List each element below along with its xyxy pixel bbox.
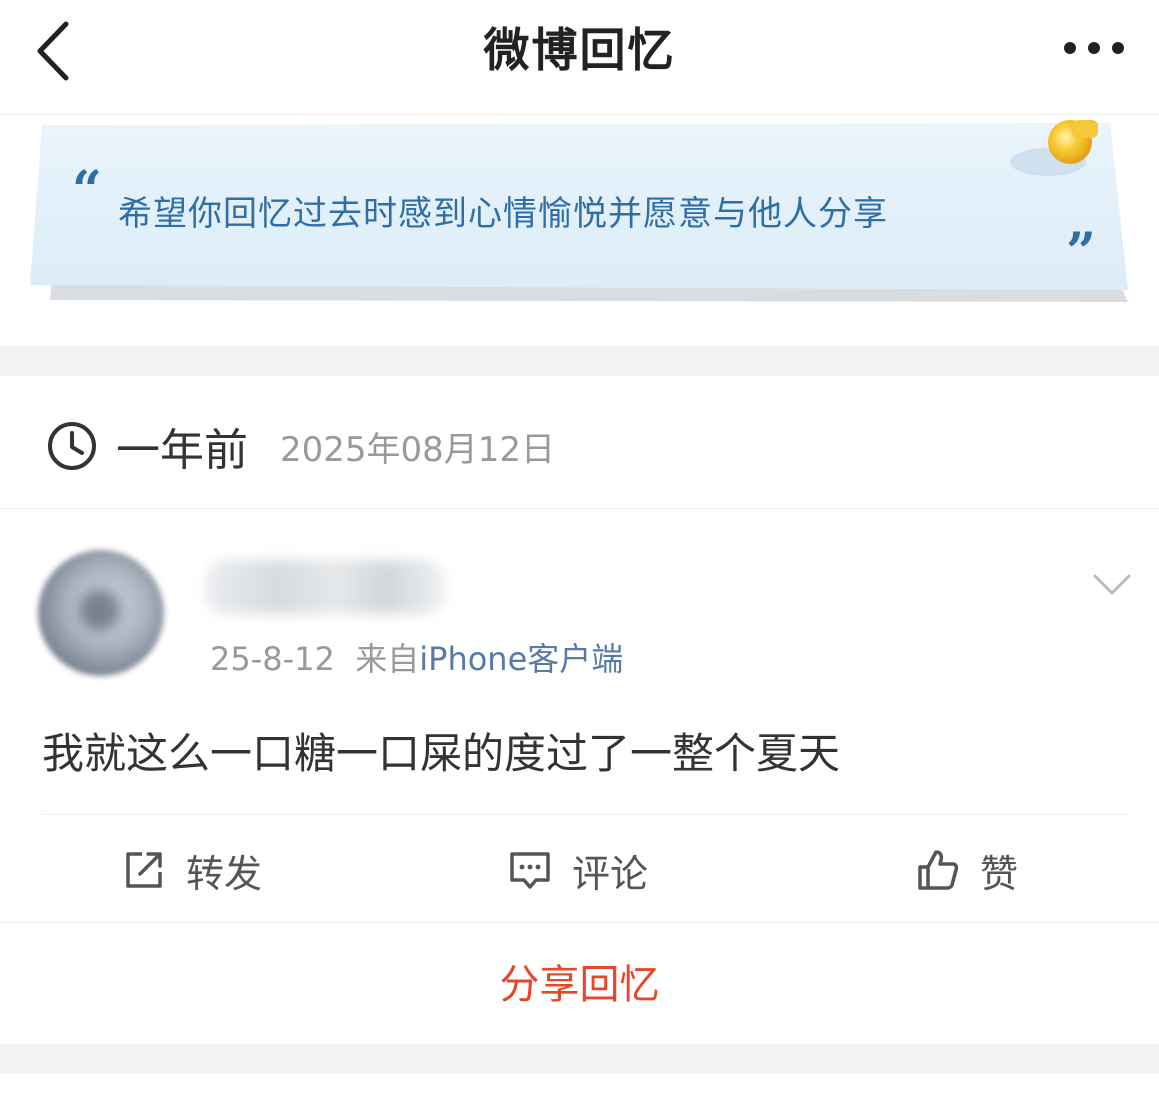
like-button[interactable]: 赞: [916, 840, 1018, 900]
post-source[interactable]: iPhone客户端: [419, 640, 623, 678]
close-quote-mark: ”: [1066, 222, 1096, 283]
post-text[interactable]: 我就这么一口糖一口屎的度过了一整个夏天: [42, 720, 840, 781]
more-button[interactable]: [1058, 30, 1130, 66]
repost-icon: [126, 852, 162, 888]
post-time: 25-8-12: [210, 640, 335, 678]
quote-text: 希望你回忆过去时感到心情愉悦并愿意与他人分享: [118, 194, 888, 234]
post-from-label: 来自: [355, 640, 420, 678]
divider: [0, 508, 1159, 509]
clock-icon: [48, 422, 96, 470]
page-title: 微博回忆: [483, 23, 676, 77]
avatar-blur-detail: [80, 590, 120, 630]
comment-button[interactable]: 评论: [508, 840, 648, 900]
like-label: 赞: [980, 851, 1019, 896]
comment-label: 评论: [572, 851, 649, 896]
divider: [42, 814, 1128, 815]
share-memory-button[interactable]: 分享回忆: [0, 945, 1159, 1025]
thumbs-up-icon: [918, 850, 959, 890]
more-dots-icon: [1064, 42, 1124, 54]
repost-button[interactable]: 转发: [122, 840, 262, 900]
chevron-down-icon[interactable]: [1092, 572, 1132, 598]
comment-icon: [510, 852, 550, 889]
repost-label: 转发: [186, 851, 263, 896]
divider: [0, 922, 1159, 923]
memory-ago-label: 一年前: [116, 425, 248, 476]
open-quote-mark: “: [72, 160, 102, 221]
username-blurred[interactable]: [205, 560, 445, 614]
post-meta: 25-8-12 来自iPhone客户端: [210, 634, 623, 680]
section-separator: [0, 346, 1159, 376]
memory-date: 2025年08月12日: [280, 430, 556, 470]
section-separator: [0, 1044, 1159, 1074]
